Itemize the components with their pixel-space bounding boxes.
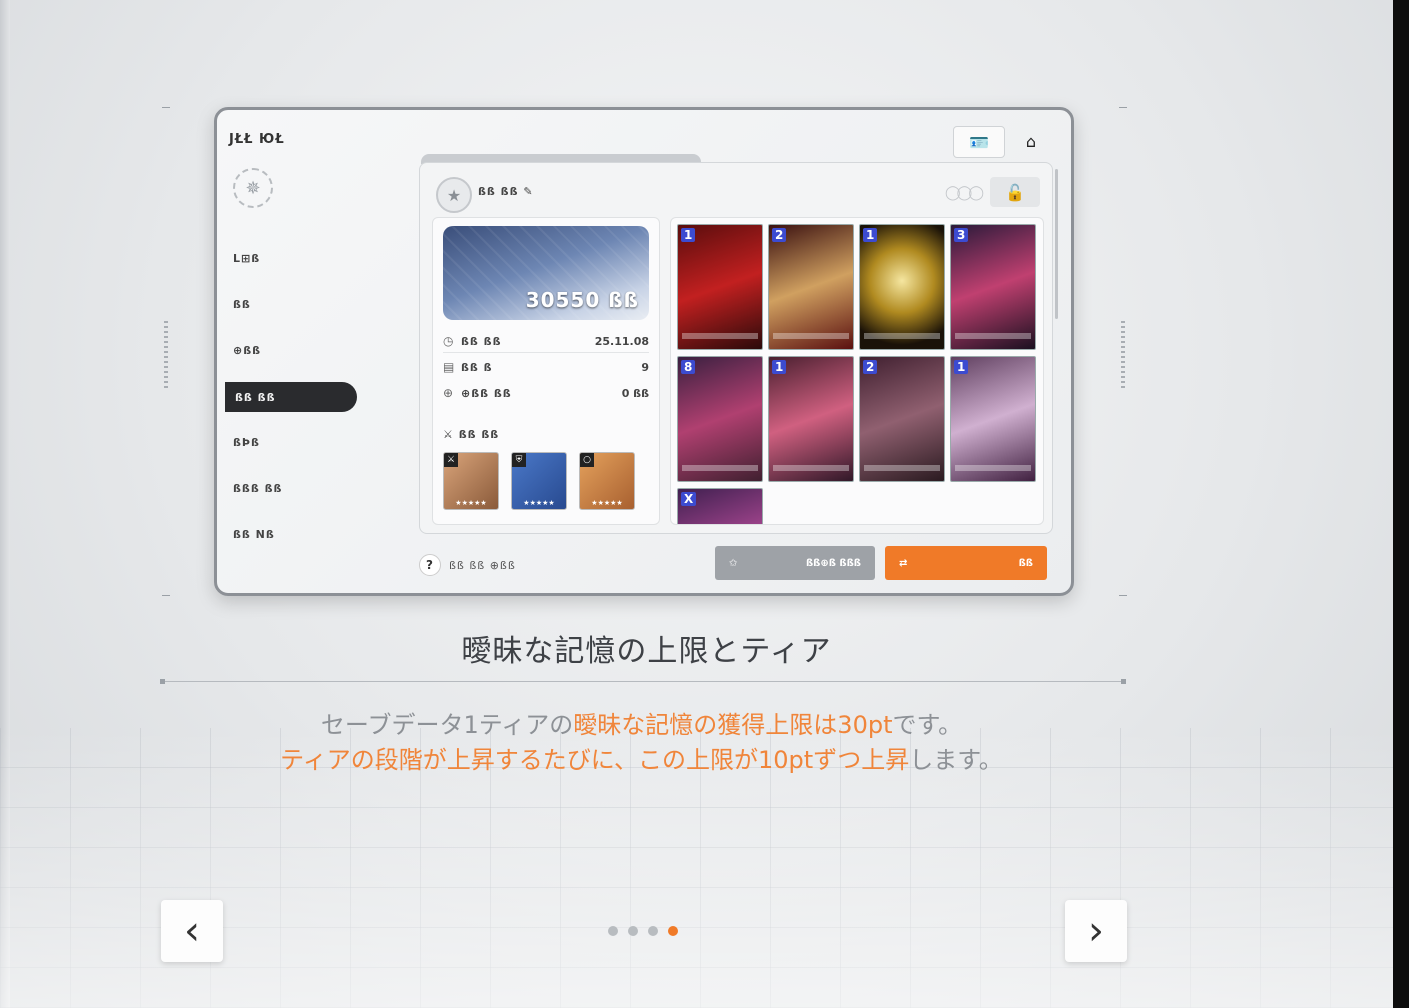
- deck-card: 1: [950, 356, 1036, 482]
- info-row: ◷ ßß ßß 25.11.08: [443, 330, 649, 353]
- deck-name: ßß ßß ✎: [478, 185, 534, 198]
- deck-info-card: 30550 ßß ◷ ßß ßß 25.11.08 ▤ ßß ß 9 ⊕ ⊕ßß…: [432, 217, 660, 525]
- deck-card: X: [677, 488, 763, 524]
- nav-item: ßß: [233, 298, 251, 311]
- ring-icon: ○: [580, 453, 594, 467]
- nav-item: ßÞß: [233, 436, 260, 449]
- frame-tick: [162, 107, 170, 108]
- frame-dots-left: [164, 318, 168, 388]
- deck-score: 30550 ßß: [525, 288, 639, 312]
- card-grid-scrollbar: [1055, 169, 1058, 319]
- equipment-slot-armor: ⛨ ★★★★★: [511, 452, 567, 510]
- nav-item: ⊕ßß: [233, 344, 262, 357]
- equipment-slot-ring: ○ ★★★★★: [579, 452, 635, 510]
- globe-icon: ⊕: [443, 386, 454, 400]
- prev-page-button[interactable]: ‹: [161, 900, 223, 962]
- slide-description-line1: セーブデータ1ティアの曖昧な記憶の獲得上限は30ptです。: [320, 711, 963, 739]
- emblem-icon: ✵: [233, 168, 273, 208]
- deck-card: 3: [950, 224, 1036, 350]
- deck-panel: ★ ßß ßß ✎ ◯◯◯ 🔓 30550 ßß ◷ ßß ßß 25.11.0…: [419, 162, 1058, 534]
- screenshot-window-title: JŁŁ ЮŁ: [229, 132, 285, 147]
- equipment-slot-weapon: ⚔ ★★★★★: [443, 452, 499, 510]
- lock-icon: 🔓: [990, 177, 1040, 207]
- sword-icon: ⚔: [444, 453, 458, 467]
- clock-icon: ◷: [443, 334, 454, 348]
- frame-dots-right: [1121, 318, 1125, 388]
- screenshot-orange-button: ⇄ ßß: [885, 546, 1047, 580]
- deck-card: 8: [677, 356, 763, 482]
- info-row: ▤ ßß ß 9: [443, 360, 649, 374]
- page-indicator: [608, 926, 678, 936]
- deck-card: 2: [768, 224, 854, 350]
- frame-tick: [1119, 595, 1127, 596]
- nav-item: L⊞ß: [233, 252, 261, 265]
- deck-card: 2: [859, 356, 945, 482]
- swap-icon: ⇄: [899, 557, 908, 569]
- page-dot[interactable]: [608, 926, 618, 936]
- page-dot[interactable]: [648, 926, 658, 936]
- nav-item: ßß Nß: [233, 528, 275, 541]
- equipment-title: ⚔ ßß ßß: [443, 428, 500, 441]
- armor-icon: ⛨: [512, 453, 526, 467]
- deck-card: 1: [768, 356, 854, 482]
- screenshot-gray-button: ✩ ßß⊕ß ßßß: [715, 546, 875, 580]
- chevron-left-icon: ‹: [184, 908, 200, 954]
- slide-title: 曖昧な記憶の上限とティア: [461, 634, 832, 669]
- card-icon: ▤: [443, 360, 455, 374]
- right-edge-bar: [1393, 0, 1409, 1008]
- help-icon: ?: [419, 554, 441, 576]
- help-row: ? ßß ßß ⊕ßß: [419, 554, 516, 576]
- info-row: ⊕ ⊕ßß ßß 0 ßß: [443, 386, 649, 400]
- page-dot-active[interactable]: [668, 926, 678, 936]
- profile-card-icon: 🪪: [953, 126, 1005, 158]
- title-divider: [160, 679, 1126, 684]
- slide-description-line2: ティアの段階が上昇するたびに、この上限が10ptずつ上昇します。: [280, 746, 1003, 774]
- page-dot[interactable]: [628, 926, 638, 936]
- deck-star-icon: ★: [436, 177, 472, 213]
- frame-tick: [1119, 107, 1127, 108]
- deck-card: 1: [859, 224, 945, 350]
- card-edit-icon: ✩: [729, 557, 738, 569]
- nav-item-active: ßß ßß: [225, 382, 357, 412]
- home-icon: ⌂: [1025, 131, 1037, 151]
- frame-tick: [162, 595, 170, 596]
- nav-item: ßßß ßß: [233, 482, 283, 495]
- rings-icon: ◯◯◯: [944, 185, 984, 201]
- next-page-button[interactable]: ›: [1065, 900, 1127, 962]
- deck-card: 1: [677, 224, 763, 350]
- tutorial-screenshot: JŁŁ ЮŁ 🪪 ⌂ ✵ L⊞ß ßß ⊕ßß ßß ßß ßÞß ßßß ßß…: [214, 107, 1074, 596]
- deck-score-banner: 30550 ßß: [443, 226, 649, 320]
- deck-card-grid: 1 2 1 3 8 1 2 1 X: [670, 217, 1044, 525]
- chevron-right-icon: ›: [1088, 908, 1104, 954]
